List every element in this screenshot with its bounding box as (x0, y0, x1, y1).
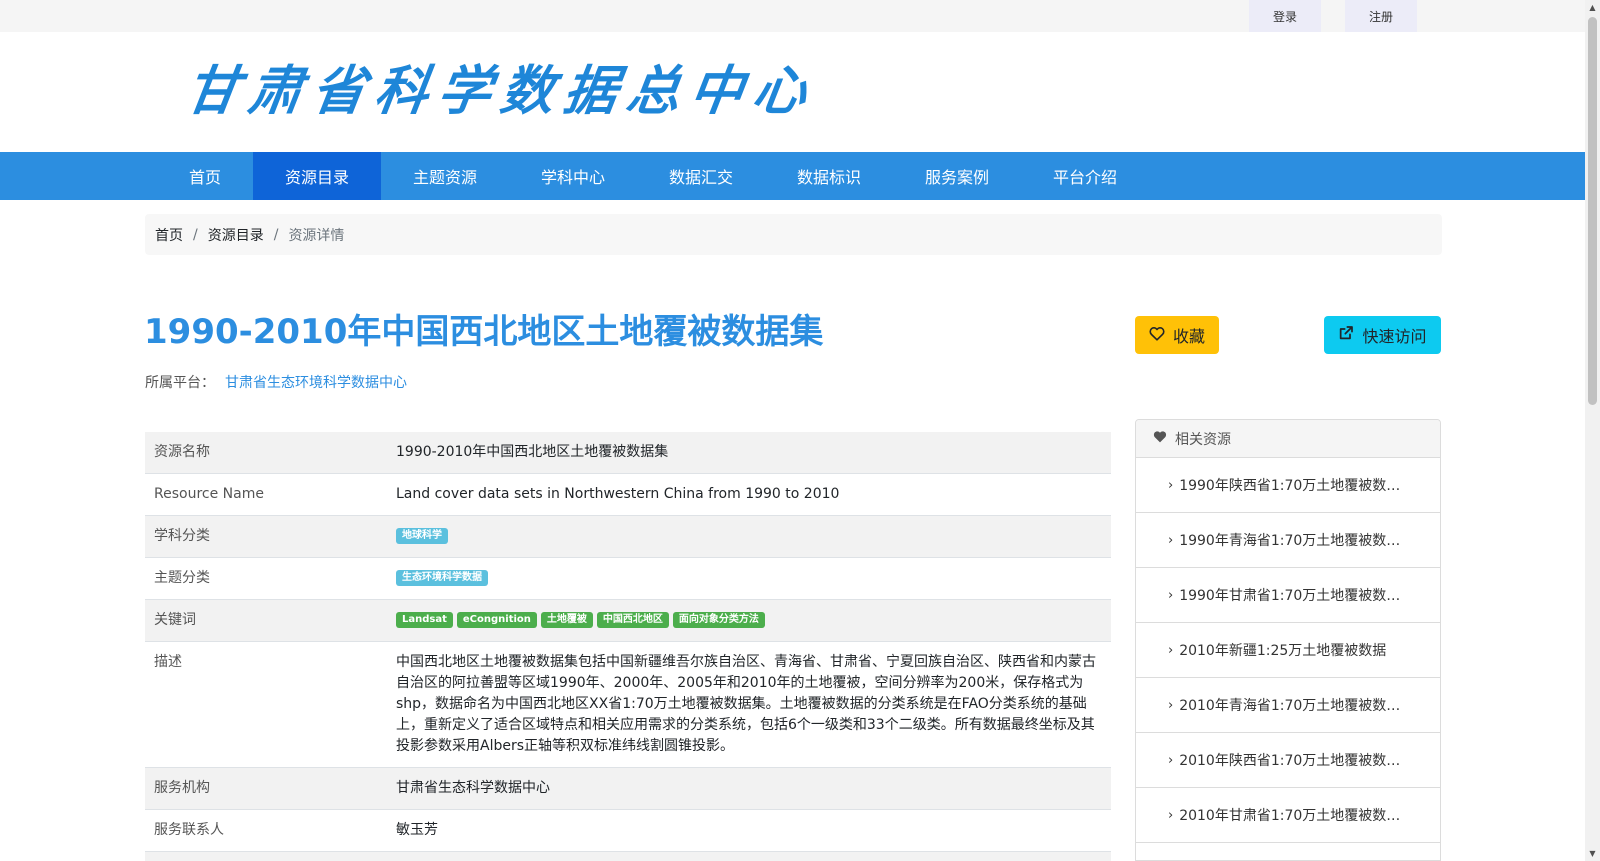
description-value: 中国西北地区土地覆被数据集包括中国新疆维吾尔族自治区、青海省、甘肃省、宁夏回族自… (396, 654, 1096, 754)
related-resource-item[interactable]: › 2010年新疆1:25万土地覆被数据 (1136, 623, 1440, 678)
site-logo[interactable]: 甘肃省科学数据总中心 (182, 60, 821, 124)
theme-tag[interactable]: 生态环境科学数据 (396, 570, 488, 586)
login-button[interactable]: 登录 (1249, 0, 1321, 32)
theme-tags: 生态环境科学数据 (387, 558, 1111, 600)
favorite-button[interactable]: 收藏 (1135, 316, 1219, 354)
related-resources-panel: 相关资源 › 1990年陕西省1:70万土地覆被数… › 1990年青海省1:70万… (1135, 419, 1441, 861)
keyword-tag[interactable]: 中国西北地区 (596, 612, 669, 628)
quick-visit-button-label: 快速访问 (1362, 327, 1427, 346)
chevron-right-icon: › (1168, 697, 1174, 713)
related-resource-label: 2010年新疆1:25万土地覆被数据 (1179, 643, 1387, 659)
scroll-down-arrow-icon[interactable]: ▼ (1585, 846, 1600, 861)
heart-icon (1153, 430, 1167, 447)
site-header: 甘肃省科学数据总中心 (0, 32, 1585, 152)
scrollbar-thumb[interactable] (1588, 17, 1597, 405)
breadcrumb: 首页 / 资源目录 / 资源详情 (145, 214, 1442, 255)
related-resource-label: 1990年陕西省1:70万土地覆被数… (1179, 478, 1401, 494)
chevron-right-icon: › (1168, 642, 1174, 658)
related-resource-label: 1990年青海省1:70万土地覆被数… (1179, 533, 1401, 549)
table-row: 服务机构 甘肃省生态科学数据中心 (145, 767, 1111, 810)
platform-link[interactable]: 甘肃省生态环境科学数据中心 (225, 375, 407, 391)
related-resource-label: 2010年甘肃省1:70万土地覆被数… (1179, 808, 1401, 824)
row-label: 描述 (154, 654, 182, 670)
chevron-right-icon: › (1168, 532, 1174, 548)
keyword-tag[interactable]: 土地覆被 (540, 612, 593, 628)
chevron-right-icon: › (1168, 587, 1174, 603)
quick-visit-button[interactable]: 快速访问 (1324, 316, 1441, 354)
related-resources-title: 相关资源 (1175, 431, 1231, 448)
subject-tags: 地球科学 (387, 516, 1111, 558)
related-resource-item[interactable]: › 1990年青海省1:70万土地覆被数… (1136, 513, 1440, 568)
platform-label: 所属平台： (145, 375, 215, 391)
nav-item-about[interactable]: 平台介绍 (1021, 152, 1149, 200)
favorite-button-label: 收藏 (1172, 327, 1205, 346)
external-link-icon (1338, 325, 1354, 345)
keyword-tag[interactable]: 面向对象分类方法 (672, 612, 765, 628)
row-label: 关键词 (154, 612, 196, 628)
related-resource-item[interactable]: › 2010年甘肃省1:70万土地覆被数… (1136, 788, 1440, 843)
main-nav: 首页 资源目录 主题资源 学科中心 数据汇交 数据标识 服务案例 平台介绍 (0, 152, 1585, 200)
breadcrumb-home[interactable]: 首页 (155, 225, 183, 245)
row-label (145, 852, 387, 861)
related-resource-label: 1990年甘肃省1:70万土地覆被数… (1179, 588, 1401, 604)
breadcrumb-separator: / (273, 226, 279, 243)
table-row (145, 851, 1111, 861)
resource-name-en-value: Land cover data sets in Northwestern Chi… (396, 486, 840, 502)
keyword-tags: Landsat eCongnition 土地覆被 中国西北地区 面向对象分类方法 (387, 600, 1111, 642)
scroll-up-arrow-icon[interactable]: ▲ (1585, 0, 1600, 15)
row-label: 主题分类 (154, 570, 210, 586)
nav-item-topics[interactable]: 主题资源 (381, 152, 509, 200)
row-label: 服务联系人 (154, 822, 224, 838)
chevron-right-icon: › (1168, 752, 1174, 768)
keyword-tag[interactable]: Landsat (396, 612, 453, 628)
row-label: 学科分类 (154, 528, 210, 544)
related-resource-label: 2010年陕西省1:70万土地覆被数… (1179, 753, 1401, 769)
breadcrumb-current: 资源详情 (288, 227, 345, 244)
top-bar: 登录 注册 (0, 0, 1585, 32)
subject-tag[interactable]: 地球科学 (396, 528, 448, 544)
nav-item-home[interactable]: 首页 (155, 152, 255, 200)
service-org-value: 甘肃省生态科学数据中心 (396, 780, 550, 796)
table-row: 服务联系人 敏玉芳 (145, 810, 1111, 852)
heart-outline-icon (1149, 326, 1165, 345)
page-scrollbar[interactable]: ▲ ▼ (1585, 0, 1600, 861)
table-row: Resource Name Land cover data sets in No… (145, 474, 1111, 516)
nav-item-data-identifier[interactable]: 数据标识 (765, 152, 893, 200)
chevron-right-icon: › (1168, 807, 1174, 823)
related-resource-label: 2010年青海省1:70万土地覆被数… (1179, 698, 1401, 714)
register-button[interactable]: 注册 (1345, 0, 1417, 32)
table-row: 资源名称 1990-2010年中国西北地区土地覆被数据集 (145, 432, 1111, 474)
nav-item-catalog[interactable]: 资源目录 (253, 152, 381, 200)
related-resource-item[interactable]: › 1990年甘肃省1:70万土地覆被数… (1136, 568, 1440, 623)
table-row: 描述 中国西北地区土地覆被数据集包括中国新疆维吾尔族自治区、青海省、甘肃省、宁夏… (145, 642, 1111, 768)
service-contact-value: 敏玉芳 (396, 822, 438, 838)
table-row: 主题分类 生态环境科学数据 (145, 558, 1111, 600)
nav-item-disciplines[interactable]: 学科中心 (509, 152, 637, 200)
row-label: 资源名称 (154, 444, 210, 460)
keyword-tag[interactable]: eCongnition (456, 612, 537, 628)
related-resource-item[interactable]: › 1990年陕西省1:70万土地覆被数… (1136, 458, 1440, 513)
page-title: 1990-2010年中国西北地区土地覆被数据集 (144, 312, 824, 352)
related-resources-header: 相关资源 (1136, 420, 1440, 458)
chevron-right-icon: › (1168, 477, 1174, 493)
resource-name-value: 1990-2010年中国西北地区土地覆被数据集 (396, 444, 669, 460)
resource-details-table: 资源名称 1990-2010年中国西北地区土地覆被数据集 Resource Na… (145, 432, 1111, 861)
table-row: 学科分类 地球科学 (145, 515, 1111, 558)
row-value (387, 852, 1111, 861)
related-resource-item[interactable]: › 2010年青海省1:70万土地覆被数… (1136, 678, 1440, 733)
nav-item-data-submission[interactable]: 数据汇交 (637, 152, 765, 200)
table-row: 关键词 Landsat eCongnition 土地覆被 中国西北地区 面向对象分类方法 (145, 599, 1111, 642)
row-label: 服务机构 (154, 780, 210, 796)
related-resource-item[interactable]: › 2010年陕西省1:70万土地覆被数… (1136, 733, 1440, 788)
breadcrumb-separator: / (193, 226, 198, 243)
platform-info: 所属平台： 甘肃省生态环境科学数据中心 (145, 372, 407, 392)
breadcrumb-catalog[interactable]: 资源目录 (208, 225, 264, 245)
row-label: Resource Name (154, 486, 264, 502)
nav-item-service-cases[interactable]: 服务案例 (893, 152, 1021, 200)
